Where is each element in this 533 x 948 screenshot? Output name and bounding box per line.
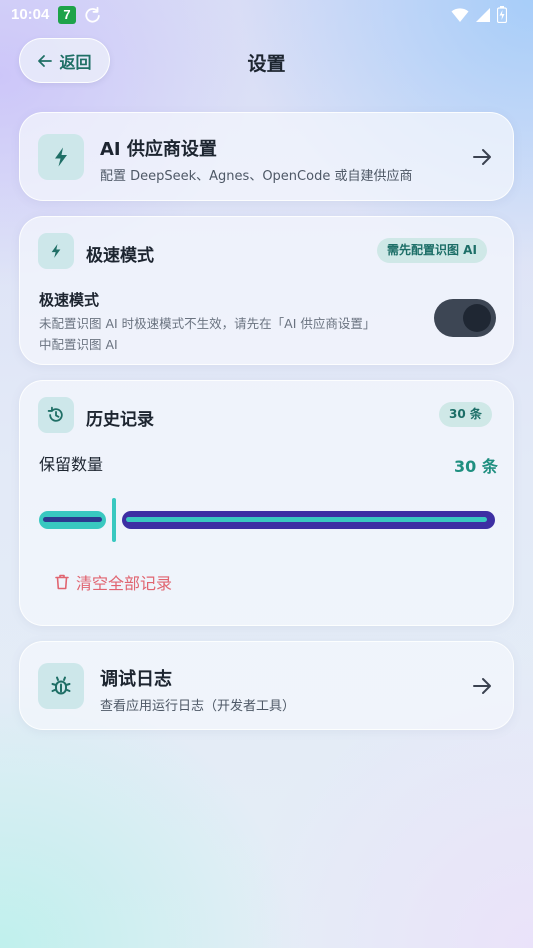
history-title: 历史记录 xyxy=(86,410,154,430)
arrow-right-icon xyxy=(473,678,491,694)
arrow-right-icon xyxy=(473,149,491,165)
debug-log-card[interactable]: 调试日志 查看应用运行日志（开发者工具） xyxy=(19,641,514,730)
fast-mode-description: 未配置识图 AI 时极速模式不生效，请先在「AI 供应商设置」 中配置识图 AI xyxy=(39,316,376,352)
fast-mode-card: 极速模式 需先配置识图 AI 极速模式 未配置识图 AI 时极速模式不生效，请先… xyxy=(19,216,514,365)
app-notification-badge: 7 xyxy=(58,6,76,24)
status-time: 10:04 xyxy=(11,6,50,23)
lightning-icon xyxy=(38,233,74,269)
history-icon xyxy=(38,397,74,433)
ai-provider-card[interactable]: AI 供应商设置 配置 DeepSeek、Agnes、OpenCode 或自建供… xyxy=(19,112,514,201)
history-count-badge: 30 条 xyxy=(439,402,492,427)
battery-icon xyxy=(497,6,507,23)
clear-all-records-button[interactable]: 清空全部记录 xyxy=(55,570,172,594)
wifi-icon xyxy=(451,7,469,22)
fast-mode-title: 极速模式 xyxy=(86,246,154,266)
signal-icon xyxy=(476,7,490,22)
fast-mode-toggle[interactable] xyxy=(434,299,496,337)
page-title: 设置 xyxy=(247,53,286,75)
trash-icon xyxy=(55,574,69,590)
toggle-knob xyxy=(463,304,491,332)
fast-mode-setting-label: 极速模式 xyxy=(39,291,100,309)
retain-count-label: 保留数量 xyxy=(39,455,104,474)
retain-count-slider[interactable] xyxy=(39,498,495,542)
debug-log-title: 调试日志 xyxy=(100,669,172,690)
ai-provider-subtitle: 配置 DeepSeek、Agnes、OpenCode 或自建供应商 xyxy=(100,169,413,184)
lightning-icon xyxy=(38,134,84,180)
debug-log-subtitle: 查看应用运行日志（开发者工具） xyxy=(100,699,296,714)
slider-active-inner xyxy=(43,517,102,522)
clear-all-label: 清空全部记录 xyxy=(76,574,173,593)
retain-count-value: 30 条 xyxy=(454,457,498,476)
slider-thumb[interactable] xyxy=(112,498,116,542)
bug-icon xyxy=(38,663,84,709)
ai-provider-title: AI 供应商设置 xyxy=(100,139,217,160)
slider-inactive-inner xyxy=(126,517,487,522)
sync-icon xyxy=(85,6,100,23)
status-bar: 10:04 7 xyxy=(0,0,533,30)
fast-mode-badge: 需先配置识图 AI xyxy=(377,238,487,263)
